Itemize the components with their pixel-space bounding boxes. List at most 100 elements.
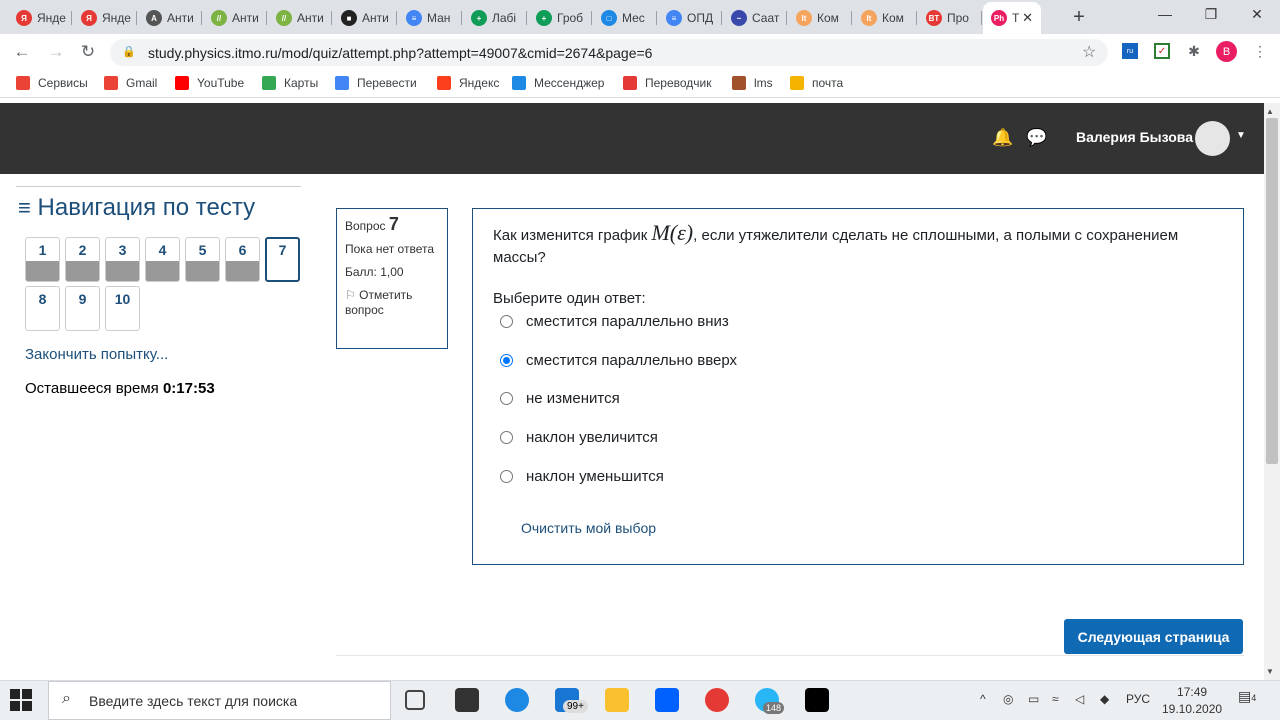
browser-tab[interactable]: ~ Саат <box>723 4 787 32</box>
bookmark-item[interactable]: Сервисы <box>16 76 88 90</box>
quiz-nav-button[interactable]: 9 <box>65 286 100 331</box>
answer-option[interactable]: наклон уменьшится <box>500 468 664 485</box>
reload-icon[interactable]: ↻ <box>78 42 98 62</box>
task-view-icon[interactable] <box>405 690 425 710</box>
lock-icon[interactable]: 🔒 <box>122 45 136 58</box>
quiz-nav-button[interactable]: 7 <box>265 237 300 282</box>
answer-label[interactable]: не изменится <box>526 390 620 407</box>
answer-option[interactable]: сместится параллельно вниз <box>500 313 729 330</box>
wifi-icon[interactable]: ≈ <box>1052 692 1059 706</box>
bookmark-item[interactable]: Мессенджер <box>512 76 604 90</box>
battery-icon[interactable]: ▭ <box>1028 692 1039 706</box>
chat-bubble-icon[interactable]: 💬 <box>1026 128 1047 148</box>
browser-tab[interactable]: ■ Анти <box>333 4 397 32</box>
bookmark-item[interactable]: Перевести <box>335 76 417 90</box>
answer-label[interactable]: наклон уменьшится <box>526 468 664 485</box>
answer-option[interactable]: наклон увеличится <box>500 429 658 446</box>
bookmark-item[interactable]: YouTube <box>175 76 244 90</box>
quiz-nav-button[interactable]: 2 <box>65 237 100 282</box>
answer-radio[interactable] <box>500 392 513 405</box>
dropbox-tray-icon[interactable]: ◆ <box>1100 692 1109 706</box>
chrome-icon[interactable] <box>705 688 729 712</box>
answer-label[interactable]: наклон увеличится <box>526 429 658 446</box>
bookmark-item[interactable]: почта <box>790 76 843 90</box>
quiz-nav-button[interactable]: 6 <box>225 237 260 282</box>
chevron-down-icon[interactable]: ▼ <box>1236 130 1246 141</box>
extension-icon[interactable]: ru <box>1122 43 1138 59</box>
bookmark-item[interactable]: Переводчик <box>623 76 712 90</box>
back-icon[interactable]: ← <box>12 42 32 62</box>
chevron-up-icon[interactable]: ^ <box>980 692 986 706</box>
quiz-nav-button[interactable]: 10 <box>105 286 140 331</box>
language-indicator[interactable]: РУС <box>1126 692 1150 706</box>
hamburger-icon[interactable]: ≡ <box>18 195 31 220</box>
browser-tab[interactable]: А Анти <box>138 4 202 32</box>
answer-option[interactable]: сместится параллельно вверх <box>500 352 737 369</box>
answer-option[interactable]: не изменится <box>500 390 620 407</box>
minimize-button[interactable]: — <box>1150 6 1180 22</box>
profile-avatar[interactable]: B <box>1216 41 1237 62</box>
browser-tab[interactable]: Я Янде <box>8 4 72 32</box>
scrollbar-thumb[interactable] <box>1266 118 1278 464</box>
menu-kebab-icon[interactable]: ⋮ <box>1252 43 1268 59</box>
browser-tab[interactable]: □ Мес <box>593 4 657 32</box>
bookmark-item[interactable]: Яндекс <box>437 76 499 90</box>
browser-tab[interactable]: ≡ Ман <box>398 4 462 32</box>
quiz-nav-button[interactable]: 3 <box>105 237 140 282</box>
browser-tab[interactable]: Я Янде <box>73 4 137 32</box>
answer-radio[interactable] <box>500 354 513 367</box>
clear-choice-link[interactable]: Очистить мой выбор <box>521 520 656 536</box>
browser-tab[interactable]: ≡ ОПД <box>658 4 722 32</box>
answer-radio[interactable] <box>500 431 513 444</box>
answer-label[interactable]: сместится параллельно вверх <box>526 352 737 369</box>
taskbar-search-input[interactable]: Введите здесь текст для поиска <box>48 681 391 720</box>
flag-question[interactable]: ⚐ Отметить вопрос <box>345 288 439 318</box>
folder-icon[interactable] <box>605 688 629 712</box>
bookmark-item[interactable]: lms <box>732 76 773 90</box>
answer-radio[interactable] <box>500 315 513 328</box>
browser-tab[interactable]: // Анти <box>268 4 332 32</box>
forward-icon[interactable]: → <box>46 42 66 62</box>
user-name[interactable]: Валерия Бызова <box>1076 129 1193 145</box>
quiz-nav-button[interactable]: 8 <box>25 286 60 331</box>
browser-tab[interactable]: + Лабі <box>463 4 527 32</box>
address-input[interactable]: study.physics.itmo.ru/mod/quiz/attempt.p… <box>110 39 1108 66</box>
browser-tab[interactable]: lt Ком <box>853 4 917 32</box>
browser-tab[interactable]: // Анти <box>203 4 267 32</box>
quiz-nav-button[interactable]: 4 <box>145 237 180 282</box>
flag-icon[interactable]: ⚐ <box>345 288 356 302</box>
bookmark-star-icon[interactable]: ☆ <box>1082 42 1096 62</box>
bookmark-item[interactable]: Карты <box>262 76 318 90</box>
dropbox-icon[interactable] <box>655 688 679 712</box>
windows-start-icon[interactable] <box>10 689 32 711</box>
next-page-button[interactable]: Следующая страница <box>1064 619 1243 654</box>
extension-icon[interactable]: ✓ <box>1154 43 1170 59</box>
browser-tab[interactable]: Ph Т ✕ <box>983 2 1041 34</box>
scroll-up-icon[interactable]: ▲ <box>1266 107 1274 116</box>
close-tab-icon[interactable]: ✕ <box>1022 10 1033 26</box>
new-tab-button[interactable]: + <box>1068 6 1090 29</box>
flag-question-label[interactable]: Отметить вопрос <box>345 288 412 317</box>
bell-icon[interactable]: 🔔 <box>992 128 1013 148</box>
volume-icon[interactable]: ◁ <box>1075 692 1084 706</box>
finish-attempt-link[interactable]: Закончить попытку... <box>25 346 168 363</box>
avatar[interactable] <box>1195 121 1230 156</box>
puzzle-icon[interactable]: ✱ <box>1186 43 1202 59</box>
close-window-button[interactable]: ✕ <box>1242 6 1272 23</box>
answer-label[interactable]: сместится параллельно вниз <box>526 313 729 330</box>
maximize-button[interactable]: ❐ <box>1196 6 1226 23</box>
intellij-icon[interactable] <box>805 688 829 712</box>
answer-radio[interactable] <box>500 470 513 483</box>
quiz-nav-button[interactable]: 1 <box>25 237 60 282</box>
clock[interactable]: 17:49 19.10.2020 <box>1162 684 1222 718</box>
edge-icon[interactable] <box>505 688 529 712</box>
notifications-icon[interactable]: ▤4 <box>1238 688 1256 705</box>
store-icon[interactable] <box>455 688 479 712</box>
scroll-down-icon[interactable]: ▼ <box>1266 667 1274 676</box>
browser-tab[interactable]: + Гроб <box>528 4 592 32</box>
network-icon[interactable]: ◎ <box>1003 692 1013 706</box>
browser-tab[interactable]: lt Ком <box>788 4 852 32</box>
bookmark-item[interactable]: Gmail <box>104 76 157 90</box>
browser-tab[interactable]: BT Про <box>918 4 982 32</box>
quiz-nav-button[interactable]: 5 <box>185 237 220 282</box>
